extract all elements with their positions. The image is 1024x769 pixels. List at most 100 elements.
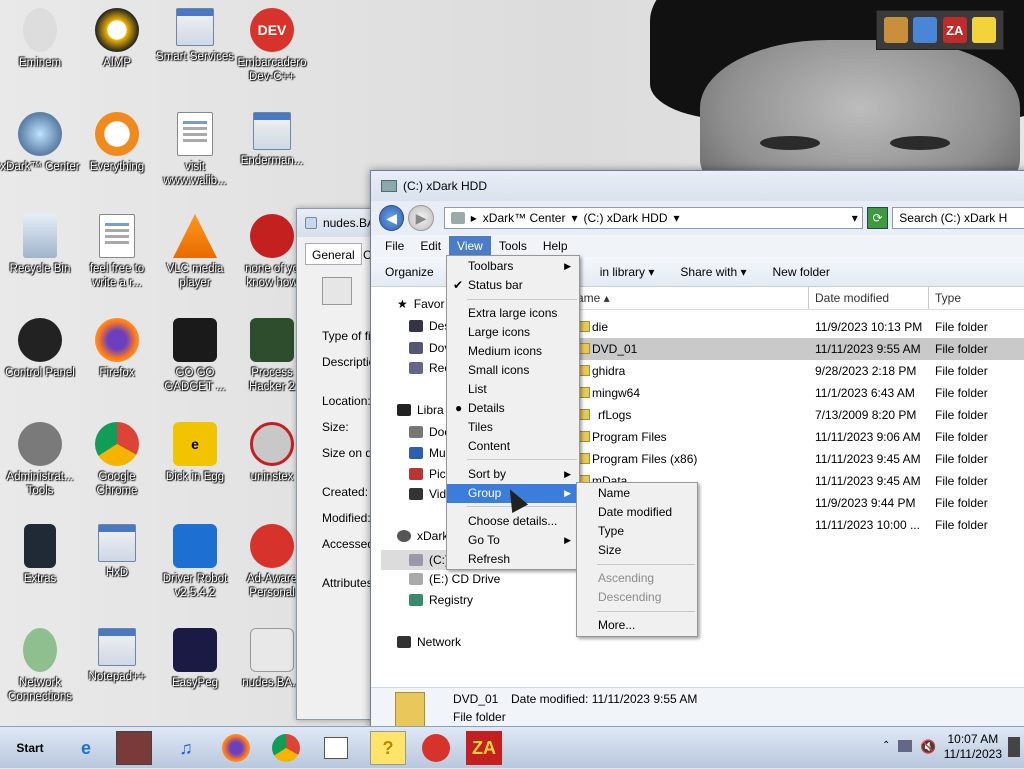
menu-item-list[interactable]: List [447, 380, 579, 399]
menu-item-medium-icons[interactable]: Medium icons [447, 342, 579, 361]
nav-network[interactable]: Network [397, 635, 461, 649]
firefox-icon[interactable] [222, 734, 250, 762]
desktop-icon-everything[interactable]: Everything [77, 112, 157, 174]
menu-tools[interactable]: Tools [491, 236, 535, 256]
breadcrumb-item[interactable]: (C:) xDark HDD [584, 211, 668, 225]
za-taskbar-icon[interactable]: ZA [466, 731, 502, 765]
search-input[interactable]: Search (C:) xDark H [892, 207, 1024, 229]
properties-window[interactable]: nudes.BA General C Type of fil Descripti… [296, 208, 376, 720]
desktop-icon-aimp[interactable]: AIMP [77, 8, 157, 70]
desktop-icon-text-file[interactable]: feel free to write a r... [77, 214, 157, 290]
column-date-modified[interactable]: Date modified [809, 287, 929, 309]
menu-help[interactable]: Help [535, 236, 576, 256]
group-by-size[interactable]: Size [577, 541, 697, 560]
ad-aware-icon[interactable] [422, 734, 450, 762]
group-by-more[interactable]: More... [577, 616, 697, 635]
desktop-icon-extras[interactable]: Extras [0, 524, 80, 586]
nav-documents[interactable]: Doc [409, 425, 450, 439]
desktop-icon-enderman[interactable]: Enderman... [232, 112, 312, 168]
nav-computer[interactable]: xDark [397, 529, 448, 543]
menu-item-sort-by[interactable]: Sort by ▶ [447, 465, 579, 484]
za-icon[interactable]: ZA [942, 17, 967, 43]
menu-item-status-bar[interactable]: ✔ Status bar [447, 276, 579, 295]
menu-item-toolbars[interactable]: Toolbars ▶ [447, 257, 579, 276]
folder-icon[interactable] [324, 737, 348, 759]
column-name[interactable]: ame ▴ [571, 287, 809, 309]
column-type[interactable]: Type [929, 287, 1024, 309]
group-by-name[interactable]: Name [577, 484, 697, 503]
table-row[interactable]: rfLogs 7/13/2009 8:20 PM File folder [536, 404, 1024, 426]
desktop-icon-easypeg[interactable]: EasyPeg [155, 628, 235, 690]
menu-item-details[interactable]: ● Details [447, 399, 579, 418]
menu-item-choose-details[interactable]: Choose details... [447, 512, 579, 531]
chrome-icon[interactable] [272, 734, 300, 762]
desktop-icon-control-panel[interactable]: Control Panel [0, 318, 80, 380]
desktop-icon-smart-services[interactable]: Smart Services [155, 8, 235, 64]
nav-favorites[interactable]: ★ Favor [397, 297, 444, 311]
menu-item-tiles[interactable]: Tiles [447, 418, 579, 437]
table-row[interactable]: die 11/9/2023 10:13 PM File folder [536, 316, 1024, 338]
desktop-icon-driver-robot[interactable]: Driver Robot v2.5.4.2 [155, 524, 235, 600]
group-by-type[interactable]: Type [577, 522, 697, 541]
show-desktop-button[interactable] [1008, 737, 1020, 757]
volume-muted-icon[interactable]: 🔇 [920, 739, 936, 755]
spongebob-icon[interactable] [972, 17, 997, 43]
top-right-toolbar[interactable]: ZA [876, 10, 1004, 50]
menu-edit[interactable]: Edit [412, 236, 449, 256]
toolbar-icon[interactable] [913, 17, 938, 43]
clock[interactable]: 10:07 AM 11/11/2023 [944, 732, 1002, 762]
nav-e-drive[interactable]: (E:) CD Drive [409, 572, 500, 586]
media-icon[interactable] [116, 731, 152, 765]
table-row[interactable]: Program Files (x86) 11/11/2023 9:45 AM Fil… [536, 448, 1024, 470]
desktop-icon-go-go-gadget[interactable]: GO GO GADGET ... [155, 318, 235, 394]
toolbar-icon[interactable] [883, 17, 908, 43]
music-note-icon[interactable]: ♫ [168, 731, 204, 765]
address-dropdown-icon[interactable]: ▾ [852, 211, 858, 225]
desktop-icon-chrome[interactable]: Google Chrome [77, 422, 157, 498]
menu-file[interactable]: File [377, 236, 412, 256]
desktop-icon-hxd[interactable]: HxD [77, 524, 157, 580]
menu-view[interactable]: View [449, 236, 491, 256]
organize-button[interactable]: Organize [385, 265, 434, 279]
back-button[interactable]: ◀ [379, 205, 405, 231]
refresh-icon[interactable]: ⟳ [866, 207, 889, 229]
desktop-icon-admin-tools[interactable]: Administrat... Tools [0, 422, 80, 498]
explorer-titlebar[interactable]: (C:) xDark HDD [371, 171, 1024, 201]
menu-item-refresh[interactable]: Refresh [447, 550, 579, 569]
include-in-library-button[interactable]: in library ▾ [600, 265, 655, 279]
table-row[interactable]: ghidra 9/28/2023 2:18 PM File folder [536, 360, 1024, 382]
nav-desktop[interactable]: Des [409, 319, 450, 333]
nav-recent[interactable]: Rec [409, 361, 450, 375]
nav-downloads[interactable]: Dov [409, 341, 450, 355]
properties-titlebar[interactable]: nudes.BA [297, 209, 375, 237]
chevron-down-icon[interactable]: ▾ [571, 211, 577, 225]
desktop-icon-eminem[interactable]: Eminem [0, 8, 80, 70]
desktop-icon-vlc[interactable]: VLC media player [155, 214, 235, 290]
share-with-button[interactable]: Share with ▾ [680, 265, 746, 279]
new-folder-button[interactable]: New folder [772, 265, 829, 279]
menu-item-extra-large-icons[interactable]: Extra large icons [447, 304, 579, 323]
internet-explorer-icon[interactable]: e [68, 731, 104, 765]
menu-item-small-icons[interactable]: Small icons [447, 361, 579, 380]
nav-libraries[interactable]: Libra [397, 403, 444, 417]
desktop-icon-recycle-bin[interactable]: Recycle Bin [0, 214, 80, 276]
group-by-date-modified[interactable]: Date modified [577, 503, 697, 522]
start-button[interactable]: Start [0, 729, 60, 767]
table-row[interactable]: mingw64 11/1/2023 6:43 AM File folder [536, 382, 1024, 404]
nav-pictures[interactable]: Pict [409, 467, 449, 481]
table-row[interactable]: Program Files 11/11/2023 9:06 AM File fold… [536, 426, 1024, 448]
nav-registry[interactable]: Registry [409, 593, 473, 607]
desktop-icon-notepad[interactable]: Notepad++ [77, 628, 157, 684]
table-row-selected[interactable]: DVD_01 11/11/2023 9:55 AM File folder [536, 338, 1024, 360]
nav-music[interactable]: Mu [409, 446, 446, 460]
forward-button[interactable]: ▶ [408, 205, 434, 231]
desktop-icon-network-connections[interactable]: Network Connections [0, 628, 80, 704]
menu-item-content[interactable]: Content [447, 437, 579, 456]
desktop-icon-xdark-center[interactable]: xDark™ Center [0, 112, 80, 174]
menu-item-go-to[interactable]: Go To ▶ [447, 531, 579, 550]
desktop-icon-devcpp[interactable]: DEV Embarcadero Dev-C++ [232, 8, 312, 84]
desktop-icon-visit[interactable]: visit www.walib... [155, 112, 235, 188]
address-bar[interactable]: ▸ xDark™ Center ▾ (C:) xDark HDD ▾ ▾ [443, 207, 863, 229]
help-icon[interactable]: ? [370, 731, 406, 765]
desktop-icon-firefox[interactable]: Firefox [77, 318, 157, 380]
